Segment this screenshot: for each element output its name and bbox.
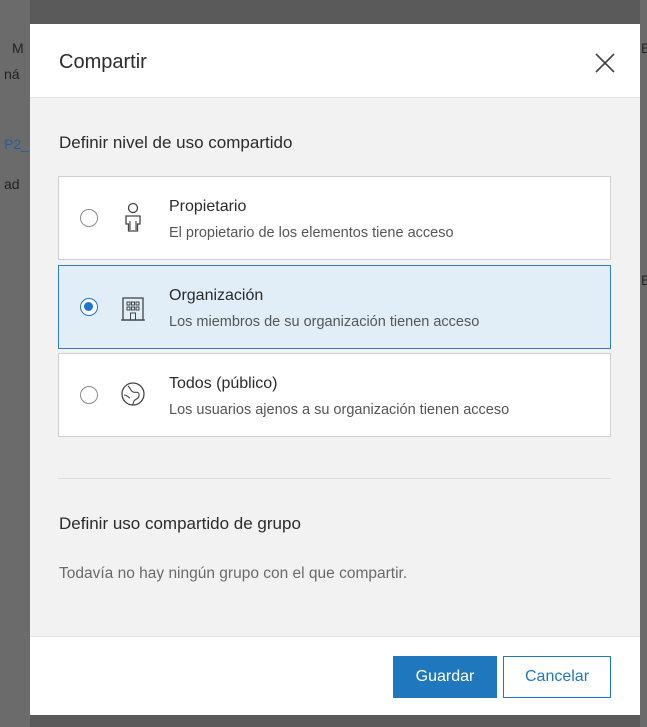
organization-radio[interactable] (80, 298, 98, 316)
background-link: P2_ (4, 136, 29, 152)
dialog-header: Compartir (30, 24, 640, 98)
option-owner[interactable]: Propietario El propietario de los elemen… (58, 176, 611, 260)
save-button[interactable]: Guardar (393, 656, 497, 698)
option-owner-label: Propietario (169, 198, 247, 215)
option-everyone[interactable]: Todos (público) Los usuarios ajenos a su… (58, 353, 611, 437)
option-organization-description: Los miembros de su organización tienen a… (169, 314, 480, 330)
sharing-level-title: Definir nivel de uso compartido (59, 133, 293, 152)
group-sharing-title: Definir uso compartido de grupo (59, 514, 301, 533)
globe-icon (121, 382, 145, 406)
no-groups-message: Todavía no hay ningún grupo con el que c… (59, 565, 408, 582)
backdrop-left (0, 0, 30, 727)
backdrop-right (640, 0, 647, 727)
background-text: ná (4, 66, 20, 82)
option-everyone-description: Los usuarios ajenos a su organización ti… (169, 402, 510, 418)
dialog-footer: Guardar Cancelar (30, 636, 640, 715)
cancel-button[interactable]: Cancelar (503, 656, 611, 698)
dialog-title: Compartir (59, 51, 147, 73)
person-icon (125, 202, 141, 232)
section-divider (58, 478, 611, 479)
building-icon (121, 297, 145, 321)
background-text: E (641, 272, 647, 288)
background-text: M (12, 40, 24, 56)
close-button[interactable] (590, 48, 620, 78)
option-organization[interactable]: Organización Los miembros de su organiza… (58, 265, 611, 349)
option-organization-label: Organización (169, 287, 264, 304)
option-owner-description: El propietario de los elementos tiene ac… (169, 225, 454, 241)
owner-radio[interactable] (80, 209, 98, 227)
background-text: E (641, 40, 647, 56)
background-text: ad (4, 176, 20, 192)
option-everyone-label: Todos (público) (169, 375, 278, 392)
close-icon (595, 53, 615, 73)
share-dialog: Compartir Definir nivel de uso compartid… (30, 24, 640, 715)
everyone-radio[interactable] (80, 386, 98, 404)
